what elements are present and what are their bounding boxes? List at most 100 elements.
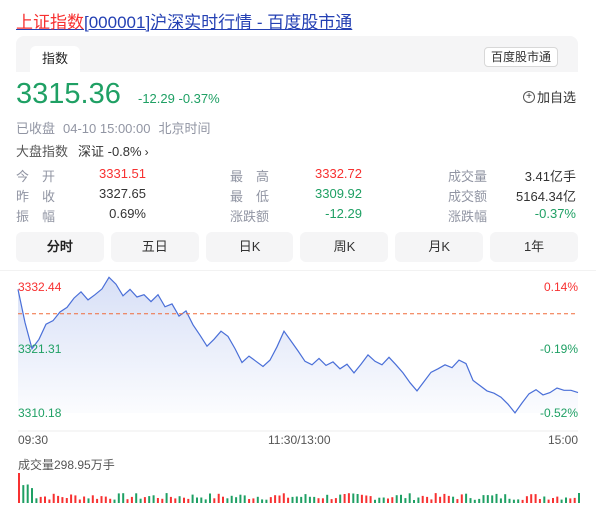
volume-bar: [31, 488, 33, 503]
volume-bar: [478, 498, 481, 503]
y-right-tick: -0.19%: [539, 341, 578, 356]
volume-bar: [44, 496, 46, 503]
tab-index[interactable]: 指数: [30, 46, 81, 72]
volume-label: 成交量298.95万手: [18, 458, 115, 472]
period-tab[interactable]: 日K: [205, 232, 294, 262]
stat-value: -12.29: [325, 206, 362, 221]
chart-canvas: [0, 270, 596, 503]
volume-bar: [374, 499, 376, 503]
volume-bar: [512, 499, 515, 503]
volume-bar: [400, 494, 402, 503]
volume-bar: [573, 497, 576, 503]
volume-bar: [378, 497, 381, 503]
chevron-right-icon: ›: [144, 145, 149, 159]
volume-bar: [26, 484, 29, 503]
volume-bar: [556, 496, 559, 503]
volume-bar: [256, 496, 259, 503]
volume-bar: [282, 493, 285, 503]
stat-value: 5164.34亿: [516, 189, 576, 204]
market-index-link[interactable]: 大盘指数 深证 -0.8% ›: [16, 141, 149, 160]
volume-bar: [552, 498, 554, 503]
volume-bar: [213, 498, 216, 503]
current-price: 3315.36: [16, 78, 121, 110]
volume-bar: [191, 494, 194, 503]
volume-bar: [347, 493, 350, 503]
volume-bar: [65, 498, 68, 503]
volume-bar: [334, 498, 337, 503]
stat-label: 涨跌额: [230, 209, 270, 224]
volume-bar: [365, 495, 368, 503]
volume-bar: [369, 496, 372, 503]
volume-bar: [230, 495, 233, 503]
volume-bar: [169, 496, 172, 503]
period-tab[interactable]: 分时: [16, 232, 104, 262]
volume-bar: [83, 496, 86, 503]
intraday-chart[interactable]: 3332.44 3321.31 3310.18 0.14% -0.19% -0.52% 09…: [0, 270, 596, 511]
y-right-tick: 0.14%: [543, 280, 578, 294]
volume-bar: [156, 498, 159, 503]
volume-bar: [174, 498, 177, 503]
volume-bar: [543, 496, 546, 503]
volume-bar: [339, 494, 342, 503]
period-tabs: 分时 五日 日K 周K 月K 1年: [16, 232, 578, 262]
volume-bar: [317, 498, 320, 503]
period-tab[interactable]: 周K: [300, 232, 389, 262]
period-tab[interactable]: 月K: [395, 232, 484, 262]
period-tab[interactable]: 1年: [490, 232, 578, 262]
stat-value: 0.69%: [109, 206, 146, 221]
volume-bar: [252, 498, 255, 503]
card-tab-bar: 指数 百度股市通: [16, 36, 578, 72]
volume-bar: [486, 495, 489, 503]
y-left-tick: 3310.18: [18, 406, 62, 420]
volume-bar: [217, 493, 220, 503]
volume-bar: [152, 495, 155, 503]
volume-bar: [295, 496, 298, 503]
add-watchlist-button[interactable]: + 加自选: [522, 87, 576, 106]
quote-stats-grid: 今 开 3331.51 最 高 3332.72 成交量 3.41亿手昨 收 3327.65 最…: [16, 166, 578, 226]
volume-bar: [109, 498, 112, 503]
volume-bar: [439, 496, 442, 503]
volume-bar: [74, 495, 77, 503]
volume-bar: [395, 495, 398, 503]
volume-bar: [278, 495, 281, 503]
volume-bar: [565, 497, 567, 503]
y-left-tick: 3332.44: [18, 280, 62, 294]
volume-bar: [521, 499, 524, 503]
volume-bar: [491, 495, 494, 503]
volume-bar: [356, 494, 359, 503]
stat-label: 最 低: [230, 189, 270, 204]
volume-bar: [421, 495, 424, 503]
add-circle-icon: +: [522, 90, 535, 103]
volume-bar: [404, 498, 407, 503]
volume-bar: [243, 495, 246, 503]
stat-value: 3332.72: [315, 166, 362, 181]
volume-bar: [87, 498, 90, 503]
stat-label: 振 幅: [16, 209, 56, 224]
volume-bar: [525, 496, 528, 503]
volume-bar: [161, 498, 164, 503]
volume-bar: [48, 499, 51, 503]
volume-bar: [200, 497, 203, 503]
volume-bar: [261, 499, 264, 503]
volume-bar: [117, 493, 120, 503]
stat-value: 3327.65: [99, 186, 146, 201]
volume-bar: [517, 499, 520, 503]
stat-value: 3309.92: [315, 186, 362, 201]
stat-label: 涨跌幅: [448, 209, 488, 224]
volume-bar: [499, 498, 502, 503]
volume-bar: [360, 494, 363, 503]
volume-bar: [460, 494, 463, 503]
volume-bar: [126, 499, 129, 503]
volume-bar: [473, 499, 476, 503]
volume-bar: [321, 498, 324, 503]
volume-bar: [352, 493, 355, 503]
source-tag-button[interactable]: 百度股市通: [483, 47, 558, 67]
volume-bar: [578, 493, 580, 503]
page-title[interactable]: 上证指数[000001]沪深实时行情 - 百度股市通: [16, 8, 352, 33]
volume-bar: [382, 497, 385, 503]
volume-bar: [456, 499, 459, 503]
period-tab[interactable]: 五日: [110, 232, 199, 262]
volume-bar: [113, 499, 116, 503]
volume-bar: [508, 498, 511, 503]
volume-bar: [291, 496, 294, 503]
